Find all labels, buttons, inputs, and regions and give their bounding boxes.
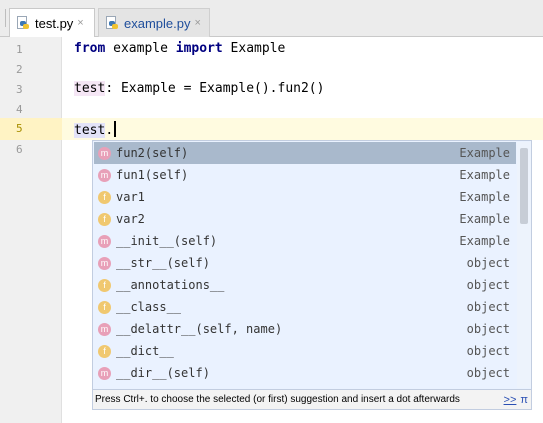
variable-identifier: test bbox=[74, 123, 106, 138]
completion-item-name: __str__(self) bbox=[116, 256, 210, 270]
completion-item-name: fun2(self) bbox=[116, 146, 189, 160]
more-link[interactable]: >> bbox=[504, 394, 517, 406]
completion-item-type: Example bbox=[459, 168, 510, 182]
completion-item-name: __delattr__(self, name) bbox=[116, 322, 283, 336]
line-number: 2 bbox=[16, 63, 23, 76]
completion-item-type: Example bbox=[459, 190, 510, 204]
tab-example-py[interactable]: example.py × bbox=[98, 8, 210, 37]
tab-label: example.py bbox=[124, 15, 191, 31]
completion-item-type: object bbox=[466, 322, 510, 336]
text-cursor bbox=[114, 121, 117, 137]
tab-bar-edge bbox=[0, 9, 6, 27]
method-icon: m bbox=[98, 234, 111, 248]
completion-item[interactable]: m __dir__(self) object bbox=[94, 362, 516, 384]
code-line-3[interactable]: test: Example = Example().fun2() bbox=[74, 81, 324, 96]
completion-item[interactable]: m __str__(self) object bbox=[94, 252, 516, 274]
field-icon: f bbox=[98, 212, 111, 226]
keyword: from bbox=[74, 41, 106, 56]
completion-popup[interactable]: m fun2(self) Example m fun1(self) Example f var… bbox=[92, 140, 532, 410]
completion-item-type: Example bbox=[459, 234, 510, 248]
close-icon[interactable]: × bbox=[194, 17, 200, 29]
completion-item[interactable]: m __init__(self) Example bbox=[94, 230, 516, 252]
completion-item-name: __dir__(self) bbox=[116, 366, 210, 380]
completion-item-name: __class__ bbox=[116, 300, 182, 314]
completion-item-type: Example bbox=[459, 212, 510, 226]
completion-item-name: fun1(self) bbox=[116, 168, 189, 182]
completion-item[interactable]: f __class__ object bbox=[94, 296, 516, 318]
close-icon[interactable]: × bbox=[77, 17, 83, 29]
method-icon: m bbox=[98, 322, 111, 336]
method-icon: m bbox=[98, 146, 111, 160]
completion-item-type: object bbox=[466, 344, 510, 358]
completion-item[interactable]: m fun1(self) Example bbox=[94, 164, 516, 186]
completion-hint: Press Ctrl+. to choose the selected (or … bbox=[95, 394, 460, 405]
code-line-5[interactable]: test. bbox=[74, 121, 117, 138]
completion-scrollbar[interactable] bbox=[517, 142, 531, 388]
code-text: . bbox=[105, 123, 114, 138]
tab-label: test.py bbox=[35, 15, 74, 31]
completion-item-type: object bbox=[466, 366, 510, 380]
gutter-current-line bbox=[0, 118, 62, 140]
completion-item-name: __dict__ bbox=[116, 344, 174, 358]
python-file-icon bbox=[105, 16, 119, 30]
line-number-gutter: 1 2 3 4 5 6 bbox=[0, 37, 62, 423]
python-file-icon bbox=[16, 16, 30, 30]
pi-icon[interactable]: π bbox=[520, 394, 528, 406]
completion-item[interactable]: f __dict__ object bbox=[94, 340, 516, 362]
completion-item[interactable]: f __annotations__ object bbox=[94, 274, 516, 296]
completion-item-name: __init__(self) bbox=[116, 234, 218, 248]
editor-tab-bar: test.py × example.py × bbox=[0, 0, 543, 37]
line-number: 6 bbox=[16, 143, 23, 156]
code-line-1[interactable]: from example import Example bbox=[74, 41, 285, 56]
completion-item-name: var2 bbox=[116, 212, 145, 226]
line-number: 1 bbox=[16, 43, 23, 56]
keyword: import bbox=[175, 41, 223, 56]
field-icon: f bbox=[98, 344, 111, 358]
field-icon: f bbox=[98, 190, 111, 204]
method-icon: m bbox=[98, 366, 111, 380]
completion-item-type: Example bbox=[459, 146, 510, 160]
variable-identifier: test bbox=[74, 81, 106, 96]
field-icon: f bbox=[98, 300, 111, 314]
method-icon: m bbox=[98, 256, 111, 270]
line-number-current: 5 bbox=[16, 122, 23, 135]
module-name: example bbox=[105, 41, 176, 56]
completion-item[interactable]: f var2 Example bbox=[94, 208, 516, 230]
completion-item-type: object bbox=[466, 256, 510, 270]
class-name: Example bbox=[222, 41, 286, 56]
field-icon: f bbox=[98, 278, 111, 292]
line-number: 4 bbox=[16, 103, 23, 116]
line-number: 3 bbox=[16, 83, 23, 96]
completion-item[interactable]: f var1 Example bbox=[94, 186, 516, 208]
method-icon: m bbox=[98, 168, 111, 182]
completion-item-type: object bbox=[466, 278, 510, 292]
scrollbar-thumb[interactable] bbox=[520, 148, 528, 224]
completion-item-type: object bbox=[466, 300, 510, 314]
code-text: : Example = Example().fun2() bbox=[105, 81, 325, 96]
completion-item[interactable]: m __delattr__(self, name) object bbox=[94, 318, 516, 340]
completion-item-name: var1 bbox=[116, 190, 145, 204]
tab-test-py[interactable]: test.py × bbox=[9, 8, 95, 37]
completion-item-name: __annotations__ bbox=[116, 278, 225, 292]
completion-footer: Press Ctrl+. to choose the selected (or … bbox=[93, 389, 531, 409]
completion-item[interactable]: m fun2(self) Example bbox=[94, 142, 516, 164]
